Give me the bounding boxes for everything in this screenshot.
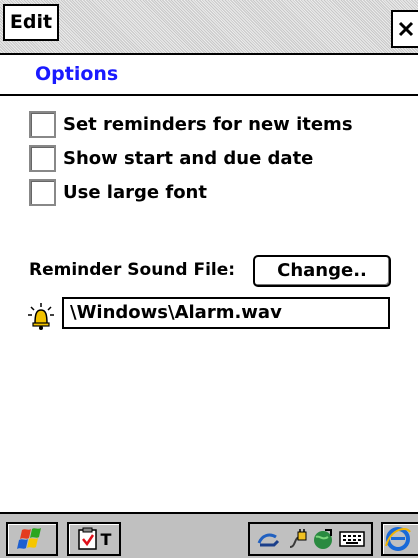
close-button[interactable]: [391, 10, 418, 48]
page-header: Options: [0, 55, 418, 96]
close-icon: [398, 21, 413, 37]
show-dates-label[interactable]: Show start and due date: [63, 148, 313, 169]
windows-flag-icon: [17, 528, 41, 549]
task-label: T: [100, 529, 112, 549]
page-title: Options: [35, 63, 119, 85]
reminder-sound-label: Reminder Sound File:: [29, 260, 236, 280]
change-sound-button[interactable]: Change..: [253, 255, 391, 287]
taskbar: T: [0, 512, 418, 558]
start-button[interactable]: [6, 522, 58, 556]
edit-menu-button[interactable]: Edit: [3, 4, 59, 41]
options-page: Options Set reminders for new items Show…: [0, 55, 418, 512]
large-font-checkbox[interactable]: [29, 178, 56, 206]
option-large-font[interactable]: Use large font: [29, 177, 207, 207]
power-plug-icon[interactable]: [286, 527, 308, 551]
system-tray: [248, 522, 373, 556]
option-show-dates[interactable]: Show start and due date: [29, 143, 313, 173]
bell-icon: [28, 303, 54, 330]
tasks-icon: [77, 527, 97, 550]
command-bar: Edit: [0, 0, 418, 55]
sound-file-field[interactable]: \Windows\Alarm.wav: [62, 297, 390, 329]
internet-explorer-button[interactable]: [381, 522, 418, 556]
tasks-taskbar-button[interactable]: T: [67, 522, 121, 556]
sync-icon[interactable]: [256, 527, 282, 551]
option-set-reminders[interactable]: Set reminders for new items: [29, 109, 353, 139]
set-reminders-label[interactable]: Set reminders for new items: [63, 114, 353, 135]
internet-explorer-icon: [385, 527, 411, 551]
set-reminders-checkbox[interactable]: [29, 110, 56, 138]
large-font-label[interactable]: Use large font: [63, 182, 207, 203]
network-icon[interactable]: [311, 527, 335, 551]
show-dates-checkbox[interactable]: [29, 144, 56, 172]
keyboard-icon[interactable]: [339, 529, 365, 549]
